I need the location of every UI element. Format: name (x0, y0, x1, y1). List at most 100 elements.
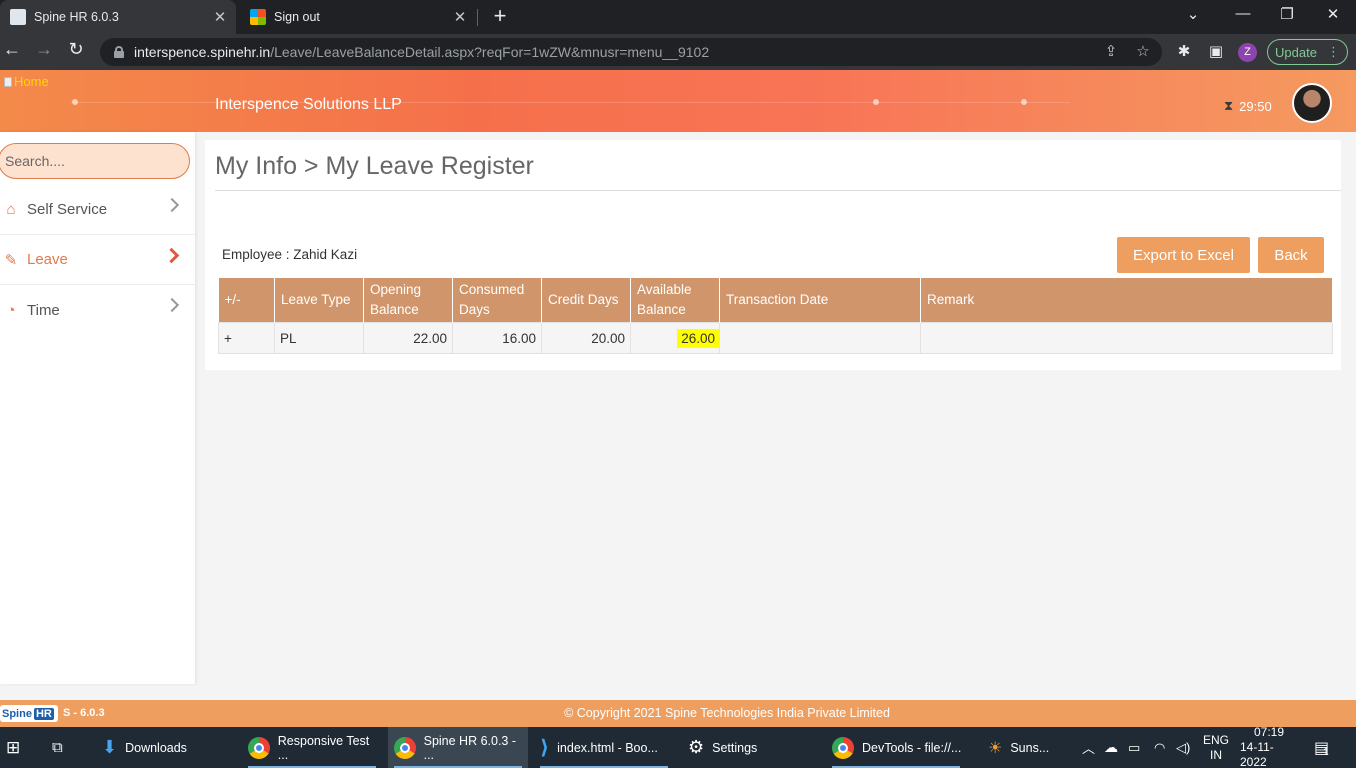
language-indicator[interactable]: ENG IN (1203, 727, 1229, 768)
minimize-icon[interactable]: — (1231, 5, 1255, 22)
taskbar-item-spine-hr[interactable]: Spine HR 6.0.3 - ... (388, 727, 528, 768)
gear-icon: ⚙ (688, 737, 705, 757)
url-path: /Leave/LeaveBalanceDetail.aspx?reqFor=1w… (270, 44, 710, 60)
taskbar-item-settings[interactable]: ⚙ Settings (680, 727, 820, 768)
tab-title: Sign out (274, 10, 320, 24)
new-tab-button[interactable]: + (488, 3, 512, 29)
side-panel-icon[interactable]: ▣ (1205, 42, 1227, 60)
credit-days-cell: 20.00 (541, 322, 631, 354)
forward-arrow-icon[interactable]: → (32, 39, 56, 60)
kebab-menu-icon: ⋮ (1326, 44, 1340, 59)
chevron-right-icon (163, 247, 180, 264)
close-tab-icon[interactable]: ✕ (452, 8, 468, 26)
os-taskbar: ⊞ ⧉ ⬇ Downloads Responsive Test ... Spin… (0, 725, 1356, 768)
windows-start-icon[interactable]: ⊞ (6, 727, 26, 768)
header-decoration (873, 99, 879, 105)
sidebar-item-time[interactable]: ◔ Time (0, 285, 195, 335)
back-button[interactable]: Back (1258, 237, 1324, 273)
browser-toolbar: ← → ↻ interspence.spinehr.in/Leave/Leave… (0, 34, 1356, 70)
task-view-icon[interactable]: ⧉ (52, 727, 63, 768)
taskbar-item-label: Settings (712, 740, 758, 755)
clock-date: 14-11-2022 (1240, 740, 1274, 768)
table-header-row: +/- Leave Type Opening Balance Consumed … (218, 278, 1333, 323)
tab-search-chevron-icon[interactable]: ⌄ (1181, 5, 1205, 23)
url-host: interspence.spinehr.in (134, 44, 271, 60)
update-button[interactable]: Update ⋮ (1267, 39, 1348, 65)
notification-count: 1 (1323, 747, 1329, 758)
tab-spine-hr[interactable]: Spine HR 6.0.3 ✕ (0, 0, 236, 34)
hourglass-icon: ⧗ (1224, 98, 1234, 113)
back-arrow-icon[interactable]: ← (0, 39, 24, 60)
weather-sun-icon: ☀ (988, 739, 1003, 757)
main-content: My Info > My Leave Register Employee : Z… (205, 140, 1341, 370)
system-clock[interactable]: 07:19 14-11-2022 (1240, 725, 1298, 768)
bookmark-star-icon[interactable]: ☆ (1132, 42, 1154, 60)
column-header: Credit Days (541, 278, 631, 323)
opening-balance-cell: 22.00 (363, 322, 453, 354)
tab-sign-out[interactable]: Sign out ✕ (240, 0, 476, 34)
expand-toggle[interactable]: + (218, 322, 275, 354)
address-bar[interactable]: interspence.spinehr.in/Leave/LeaveBalanc… (100, 38, 1162, 66)
notification-center-icon[interactable]: ▤ 1 (1314, 727, 1329, 768)
taskbar-item-weather[interactable]: ☀ Suns... (984, 727, 1074, 768)
show-hidden-icons[interactable]: ︿ (1082, 727, 1095, 768)
taskbar-item-vscode[interactable]: ⟩ index.html - Boo... (534, 727, 674, 768)
employee-label: Employee : Zahid Kazi (222, 247, 358, 262)
home-link[interactable]: Home (4, 74, 49, 89)
extensions-puzzle-icon[interactable]: ✱ (1173, 42, 1195, 60)
title-divider (215, 190, 1341, 191)
remark-cell (920, 322, 1333, 354)
taskbar-item-label: index.html - Boo... (557, 740, 658, 755)
share-icon[interactable]: ⇪ (1100, 42, 1122, 60)
update-label: Update (1275, 44, 1317, 60)
header-decoration (72, 99, 78, 105)
available-balance-highlight: 26.00 (677, 328, 719, 348)
reload-icon[interactable]: ↻ (64, 39, 88, 60)
app-header: Home Interspence Solutions LLP ⧗ 29:50 (0, 70, 1356, 132)
close-tab-icon[interactable]: ✕ (212, 8, 228, 26)
chrome-icon (248, 736, 270, 759)
wifi-icon[interactable]: ◠ (1154, 727, 1165, 768)
export-to-excel-button[interactable]: Export to Excel (1117, 237, 1250, 273)
column-header: Remark (920, 278, 1333, 323)
available-balance-cell: 26.00 (630, 322, 720, 354)
lock-icon (114, 46, 124, 58)
transaction-date-cell (719, 322, 921, 354)
spine-favicon-icon (10, 9, 26, 25)
taskbar-item-responsive-test[interactable]: Responsive Test ... (242, 727, 382, 768)
sidebar-item-leave[interactable]: ✎ Leave (0, 235, 195, 285)
page-title: My Info > My Leave Register (215, 152, 534, 180)
download-arrow-icon: ⬇ (102, 737, 118, 757)
user-clock-icon: ◔ (6, 301, 16, 319)
session-timer: ⧗ 29:50 (1224, 98, 1272, 114)
column-header: +/- (218, 278, 275, 323)
taskbar-item-devtools[interactable]: DevTools - file://... (826, 727, 966, 768)
header-decoration (1021, 99, 1027, 105)
sidebar: ⌂ Self Service ✎ Leave ◔ Time (0, 132, 195, 684)
restore-icon[interactable]: ❐ (1275, 5, 1299, 23)
clock-time: 07:19 (1253, 725, 1285, 739)
taskbar-item-downloads[interactable]: ⬇ Downloads (96, 727, 236, 768)
chrome-icon (832, 736, 854, 759)
home-icon: ⌂ (6, 201, 16, 218)
microsoft-favicon-icon (250, 9, 266, 25)
tab-title: Spine HR 6.0.3 (34, 10, 119, 24)
volume-icon[interactable]: ◁) (1176, 727, 1190, 768)
profile-avatar[interactable]: Z (1238, 43, 1257, 62)
column-header: Opening Balance (363, 278, 453, 323)
search-input[interactable] (0, 143, 190, 179)
column-header: Transaction Date (719, 278, 921, 323)
sidebar-item-label: Time (27, 301, 60, 319)
close-window-icon[interactable]: ✕ (1321, 5, 1345, 23)
battery-icon[interactable]: ▭ (1128, 727, 1140, 768)
onedrive-cloud-icon[interactable]: ☁ (1104, 727, 1118, 768)
edit-icon: ✎ (4, 251, 18, 269)
sidebar-item-self-service[interactable]: ⌂ Self Service (0, 185, 195, 235)
taskbar-item-label: DevTools - file://... (862, 740, 962, 755)
broken-image-icon (4, 76, 12, 87)
app-footer: Spine HR S - 6.0.3 © Copyright 2021 Spine… (0, 700, 1356, 727)
tab-separator (477, 9, 478, 26)
user-avatar[interactable] (1292, 83, 1332, 123)
table-row: + PL 22.00 16.00 20.00 26.00 (218, 322, 1333, 354)
consumed-days-cell: 16.00 (452, 322, 542, 354)
